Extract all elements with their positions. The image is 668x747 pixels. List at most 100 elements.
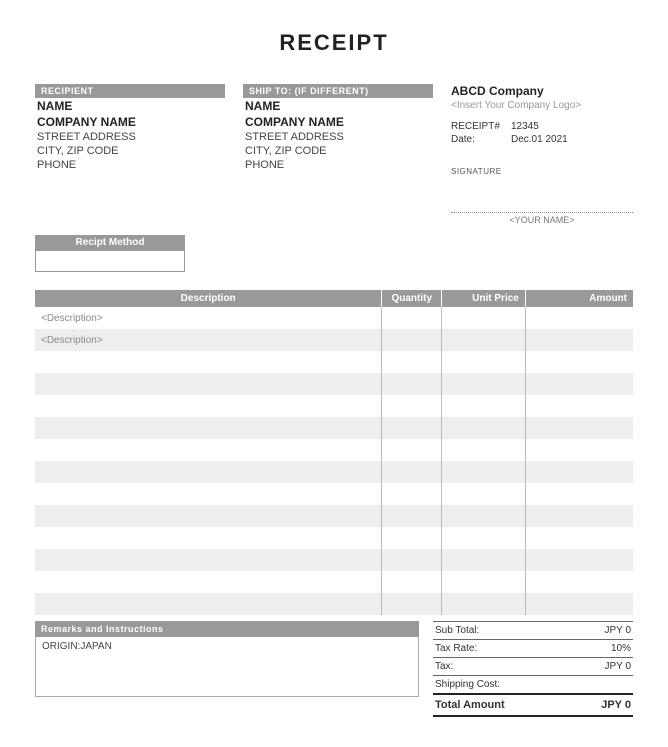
subtotal-value: JPY 0 [605,625,632,636]
header-section: RECIPIENT NAME COMPANY NAME STREET ADDRE… [35,84,633,225]
cell-desc[interactable] [35,417,382,439]
receipt-method-input[interactable] [35,250,185,272]
cell-amount[interactable] [525,439,633,461]
cell-qty[interactable] [382,439,442,461]
remarks-block: Remarks and Instructions ORIGIN:JAPAN [35,621,419,717]
cell-desc[interactable] [35,395,382,417]
cell-desc[interactable] [35,439,382,461]
cell-qty[interactable] [382,483,442,505]
company-name: ABCD Company [451,84,633,98]
cell-desc[interactable] [35,373,382,395]
recipient-name: NAME [35,98,225,114]
tax-label: Tax: [435,661,453,672]
cell-amount[interactable] [525,527,633,549]
cell-qty[interactable] [382,395,442,417]
cell-price[interactable] [442,417,526,439]
col-header-description: Description [35,290,382,307]
cell-qty[interactable] [382,593,442,615]
totals-block: Sub Total: JPY 0 Tax Rate: 10% Tax: JPY … [433,621,633,717]
shipping-label: Shipping Cost: [435,679,500,690]
table-row [35,527,633,549]
shipto-block: SHIP TO: (IF DIFFERENT) NAME COMPANY NAM… [243,84,433,225]
table-row [35,593,633,615]
page-title: RECEIPT [35,30,633,56]
shipto-street: STREET ADDRESS [243,130,433,144]
cell-price[interactable] [442,505,526,527]
table-row: <Description> [35,329,633,351]
cell-qty[interactable] [382,329,442,351]
cell-amount[interactable] [525,395,633,417]
cell-desc[interactable] [35,505,382,527]
signature-label: SIGNATURE [451,167,633,176]
receipt-method-block: Recipt Method [35,235,185,272]
cell-qty[interactable] [382,461,442,483]
date-label: Date: [451,134,511,145]
cell-qty[interactable] [382,549,442,571]
tax-value: JPY 0 [605,661,632,672]
cell-qty[interactable] [382,417,442,439]
cell-price[interactable] [442,373,526,395]
cell-amount[interactable] [525,571,633,593]
cell-amount[interactable] [525,417,633,439]
cell-qty[interactable] [382,571,442,593]
cell-amount[interactable] [525,307,633,329]
cell-desc[interactable] [35,571,382,593]
cell-amount[interactable] [525,593,633,615]
shipto-company: COMPANY NAME [243,114,433,130]
total-value: JPY 0 [601,699,631,711]
cell-qty[interactable] [382,373,442,395]
cell-qty[interactable] [382,505,442,527]
recipient-company: COMPANY NAME [35,114,225,130]
shipto-cityzip: CITY, ZIP CODE [243,144,433,158]
cell-desc[interactable] [35,461,382,483]
footer-section: Remarks and Instructions ORIGIN:JAPAN Su… [35,621,633,717]
table-row [35,373,633,395]
table-row [35,417,633,439]
cell-price[interactable] [442,395,526,417]
table-row [35,483,633,505]
cell-qty[interactable] [382,307,442,329]
cell-desc[interactable] [35,593,382,615]
cell-desc[interactable]: <Description> [35,329,382,351]
shipto-name: NAME [243,98,433,114]
recipient-header: RECIPIENT [35,84,225,98]
cell-price[interactable] [442,307,526,329]
cell-desc[interactable] [35,549,382,571]
cell-desc[interactable] [35,483,382,505]
cell-desc[interactable] [35,351,382,373]
date-value: Dec.01 2021 [511,134,568,145]
cell-price[interactable] [442,571,526,593]
remarks-body[interactable]: ORIGIN:JAPAN [35,637,419,697]
cell-price[interactable] [442,549,526,571]
recipient-block: RECIPIENT NAME COMPANY NAME STREET ADDRE… [35,84,225,225]
recipient-street: STREET ADDRESS [35,130,225,144]
col-header-unit-price: Unit Price [442,290,526,307]
cell-amount[interactable] [525,549,633,571]
cell-qty[interactable] [382,527,442,549]
receipt-method-header: Recipt Method [35,235,185,250]
table-row [35,571,633,593]
cell-price[interactable] [442,461,526,483]
cell-price[interactable] [442,527,526,549]
remarks-header: Remarks and Instructions [35,621,419,637]
cell-amount[interactable] [525,329,633,351]
col-header-amount: Amount [525,290,633,307]
cell-amount[interactable] [525,483,633,505]
cell-desc[interactable] [35,527,382,549]
cell-amount[interactable] [525,505,633,527]
cell-price[interactable] [442,329,526,351]
receipt-number-value: 12345 [511,121,539,132]
cell-desc[interactable]: <Description> [35,307,382,329]
cell-price[interactable] [442,593,526,615]
cell-price[interactable] [442,351,526,373]
cell-price[interactable] [442,439,526,461]
table-row [35,505,633,527]
cell-amount[interactable] [525,351,633,373]
receipt-number-label: RECEIPT# [451,121,511,132]
items-table: Description Quantity Unit Price Amount <… [35,290,633,615]
cell-amount[interactable] [525,461,633,483]
table-row [35,395,633,417]
cell-qty[interactable] [382,351,442,373]
cell-price[interactable] [442,483,526,505]
cell-amount[interactable] [525,373,633,395]
